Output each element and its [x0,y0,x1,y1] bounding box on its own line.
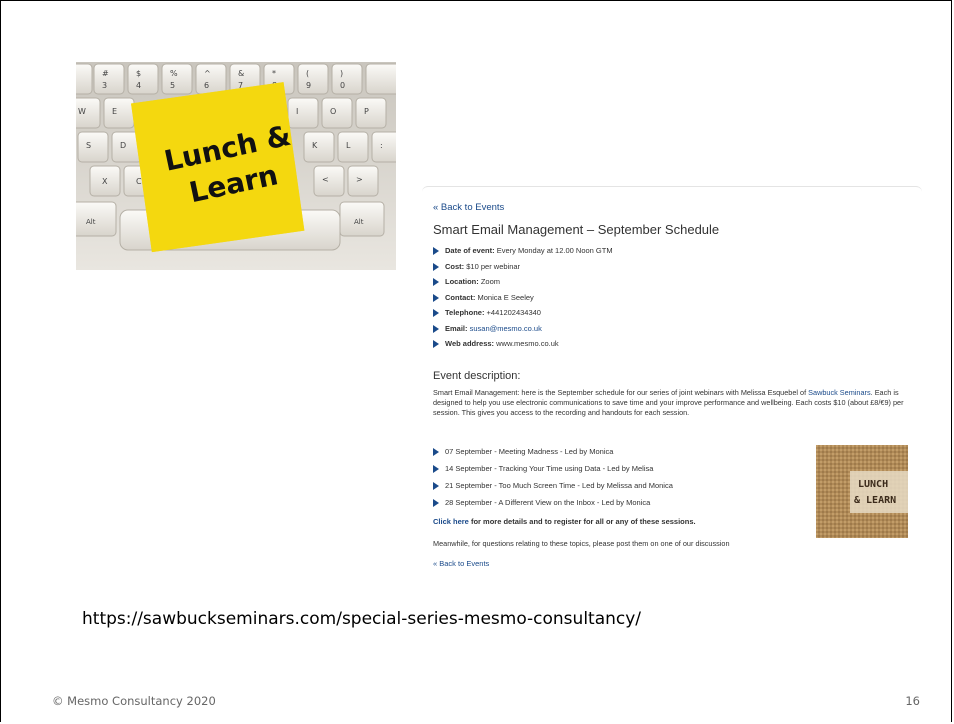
sessions-list: 07 September - Meeting Madness - Led by … [433,446,673,514]
svg-text:): ) [340,69,343,78]
bullet-icon [433,309,439,317]
svg-text:Alt: Alt [86,218,96,226]
svg-text:Alt: Alt [354,218,364,226]
svg-text:L: L [346,141,351,150]
bullet-icon [433,465,439,473]
svg-text:>: > [356,175,363,184]
detail-location: Location: Zoom [433,276,613,292]
svg-text:W: W [78,107,86,116]
svg-text:#: # [102,69,109,78]
bullet-icon [433,340,439,348]
email-link[interactable]: susan@mesmo.co.uk [470,324,542,333]
svg-text:O: O [330,107,336,116]
bullet-icon [433,482,439,490]
back-to-events-link-bottom[interactable]: « Back to Events [433,559,489,567]
svg-text::: : [380,141,383,150]
bullet-icon [433,293,439,302]
session-item: 28 September - A Different View on the I… [433,497,673,514]
detail-cost: Cost: $10 per webinar [433,261,613,277]
bullet-icon [433,278,439,286]
svg-text:D: D [120,141,126,150]
burlap-text-line2: & LEARN [854,495,896,506]
source-url-caption[interactable]: https://sawbuckseminars.com/special-seri… [82,609,641,629]
sawbuck-seminars-link[interactable]: Sawbuck Seminars [808,388,870,397]
svg-text:K: K [312,141,318,150]
footer-copyright: © Mesmo Consultancy 2020 [52,694,216,708]
click-here-link[interactable]: Click here [433,517,469,526]
svg-text:X: X [102,177,108,186]
detail-email: Email: susan@mesmo.co.uk [433,323,613,339]
svg-text:^: ^ [204,69,211,78]
bullet-icon [433,499,439,507]
svg-text:*: * [272,69,276,78]
burlap-text-line1: LUNCH [858,479,888,490]
bullet-icon [433,324,439,333]
description-heading: Event description: [433,370,521,382]
register-line: Click here for more details and to regis… [433,517,696,526]
detail-telephone: Telephone: +441202434340 [433,307,613,323]
svg-text:E: E [112,107,117,116]
detail-web-address: Web address: www.mesmo.co.uk [433,338,613,354]
meanwhile-text: Meanwhile, for questions relating to the… [433,539,730,548]
svg-text:%: % [170,69,178,78]
detail-contact: Contact: Monica E Seeley [433,292,613,308]
svg-text:P: P [364,107,369,116]
bullet-icon [433,247,439,255]
svg-text:I: I [296,107,298,116]
svg-text:4: 4 [136,81,141,90]
description-body: Smart Email Management: here is the Sept… [433,388,904,417]
event-title: Smart Email Management – September Sched… [433,222,720,237]
event-details-list: Date of event: Every Monday at 12.00 Noo… [433,245,613,354]
svg-text:0: 0 [340,81,345,90]
session-item: 14 September - Tracking Your Time using … [433,463,673,480]
lunch-and-learn-photo: # 3 $ 4 % 5 ^ 6 & 7 * 8 ( 9 ) 0 W E I O … [76,62,396,270]
session-item: 21 September - Too Much Screen Time - Le… [433,480,673,497]
svg-text:5: 5 [170,81,175,90]
event-webpage-screenshot: « Back to Events Smart Email Management … [422,186,922,567]
burlap-lunch-learn-image: LUNCH & LEARN [816,445,908,538]
svg-text:$: $ [136,69,141,78]
svg-text:3: 3 [102,81,107,90]
svg-text:9: 9 [306,81,311,90]
svg-text:<: < [322,175,329,184]
detail-date: Date of event: Every Monday at 12.00 Noo… [433,245,613,261]
bullet-icon [433,262,439,271]
bullet-icon [433,448,439,456]
svg-text:(: ( [306,69,309,78]
svg-text:S: S [86,141,91,150]
slide-number: 16 [905,694,920,708]
svg-text:&: & [238,69,244,78]
svg-text:6: 6 [204,81,209,90]
session-item: 07 September - Meeting Madness - Led by … [433,446,673,463]
back-to-events-link[interactable]: « Back to Events [433,202,504,213]
svg-text:C: C [136,177,142,186]
